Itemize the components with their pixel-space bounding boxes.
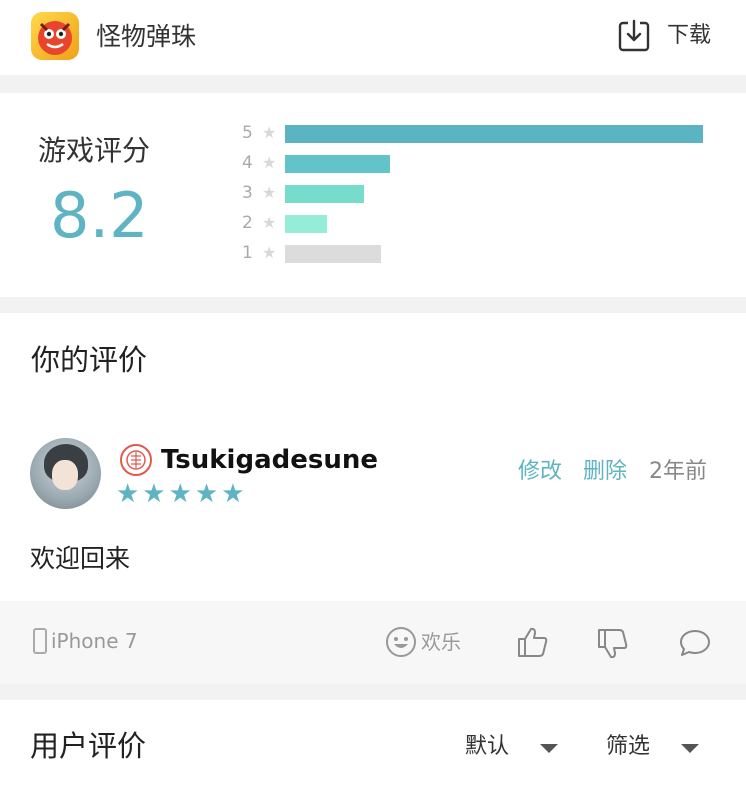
avatar[interactable] [30, 438, 101, 509]
chevron-down-icon[interactable] [540, 744, 558, 753]
app-name: 怪物弹珠 [96, 22, 197, 51]
rating-bar [285, 125, 703, 143]
review-text: 欢迎回来 [30, 544, 131, 573]
rating-bar [285, 215, 327, 233]
phone-icon [33, 628, 47, 654]
rating-title: 游戏评分 [38, 134, 151, 167]
star-icon: ★ [262, 243, 277, 262]
rating-score: 8.2 [50, 179, 149, 252]
username[interactable]: Tsukigadesune [161, 444, 378, 476]
your-review-section: 你的评价 Tsukigadesune ★★★★★ 修改 删除 2年前 欢迎回来 [0, 313, 746, 601]
rating-bar [285, 155, 390, 173]
rating-row-4: 4 ★ [242, 153, 722, 173]
thumbs-down-icon[interactable] [596, 627, 630, 661]
rating-bar [285, 185, 364, 203]
rating-row-label: 3 [242, 183, 253, 203]
star-icon: ★ [262, 123, 277, 142]
user-rating-stars: ★★★★★ [116, 479, 248, 509]
user-reviews-header: 用户评价 默认 筛选 [0, 700, 746, 787]
delete-button[interactable]: 删除 [583, 457, 627, 487]
rating-row-label: 2 [242, 213, 253, 233]
smile-icon [386, 627, 416, 657]
rating-row-2: 2 ★ [242, 213, 722, 233]
device-label: iPhone 7 [51, 629, 138, 653]
rating-row-label: 5 [242, 123, 253, 143]
star-icon: ★ [262, 153, 277, 172]
seal-icon [120, 444, 152, 476]
edit-button[interactable]: 修改 [518, 457, 562, 487]
avatar-face [52, 460, 78, 490]
mood-label: 欢乐 [421, 630, 461, 654]
chevron-down-icon[interactable] [681, 744, 699, 753]
star-icon: ★ [262, 183, 277, 202]
your-review-title: 你的评价 [31, 343, 148, 377]
rating-row-5: 5 ★ [242, 123, 722, 143]
user-reviews-title: 用户评价 [30, 729, 147, 763]
thumbs-up-icon[interactable] [516, 625, 550, 659]
review-timestamp: 2年前 [649, 459, 707, 484]
review-footer: iPhone 7 欢乐 [0, 601, 746, 684]
download-icon[interactable] [617, 19, 651, 53]
filter-dropdown[interactable]: 筛选 [606, 732, 650, 762]
rating-row-3: 3 ★ [242, 183, 722, 203]
rating-row-label: 1 [242, 243, 253, 263]
rating-row-1: 1 ★ [242, 243, 722, 263]
app-icon[interactable] [31, 12, 79, 60]
comment-icon[interactable] [678, 628, 712, 658]
rating-bar [285, 245, 381, 263]
rating-card: 游戏评分 8.2 5 ★ 4 ★ 3 ★ 2 ★ 1 ★ [0, 93, 746, 297]
download-button[interactable]: 下载 [667, 21, 711, 51]
app-header: 怪物弹珠 下载 [0, 0, 746, 75]
sort-dropdown[interactable]: 默认 [465, 732, 509, 762]
rating-row-label: 4 [242, 153, 253, 173]
star-icon: ★ [262, 213, 277, 232]
